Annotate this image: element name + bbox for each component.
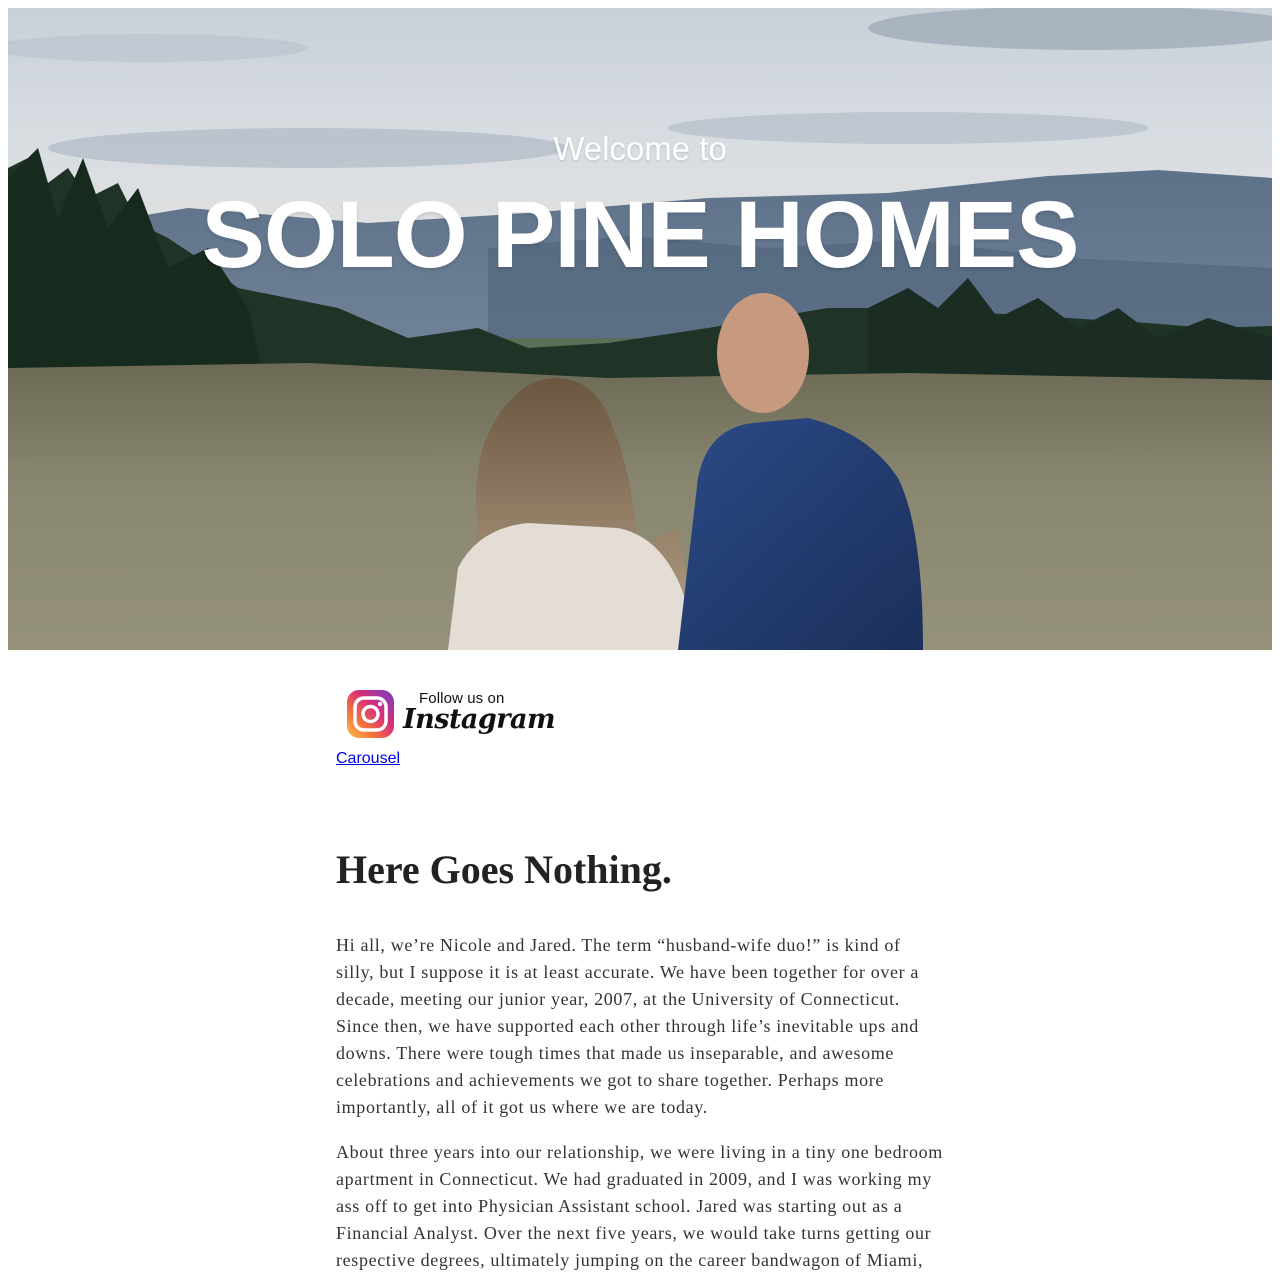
hero-photo <box>8 8 1272 650</box>
post-paragraph-1: Hi all, we’re Nicole and Jared. The term… <box>336 935 920 1117</box>
carousel-link[interactable]: Carousel <box>336 750 400 768</box>
hero-banner: Welcome to SOLO PINE HOMES <box>8 8 1272 650</box>
instagram-icon <box>347 690 394 738</box>
hero-site-title: SOLO PINE HOMES <box>201 182 1079 288</box>
post-paragraph-2: About three years into our relationship,… <box>336 1142 943 1280</box>
blog-post: Here Goes Nothing. Hi all, we’re Nicole … <box>336 846 944 1280</box>
hero-welcome-text: Welcome to <box>553 130 727 167</box>
post-title: Here Goes Nothing. <box>336 847 672 892</box>
instagram-wordmark: Instagram <box>403 704 556 735</box>
follow-instagram-link[interactable]: Follow us on Instagram <box>346 686 556 746</box>
